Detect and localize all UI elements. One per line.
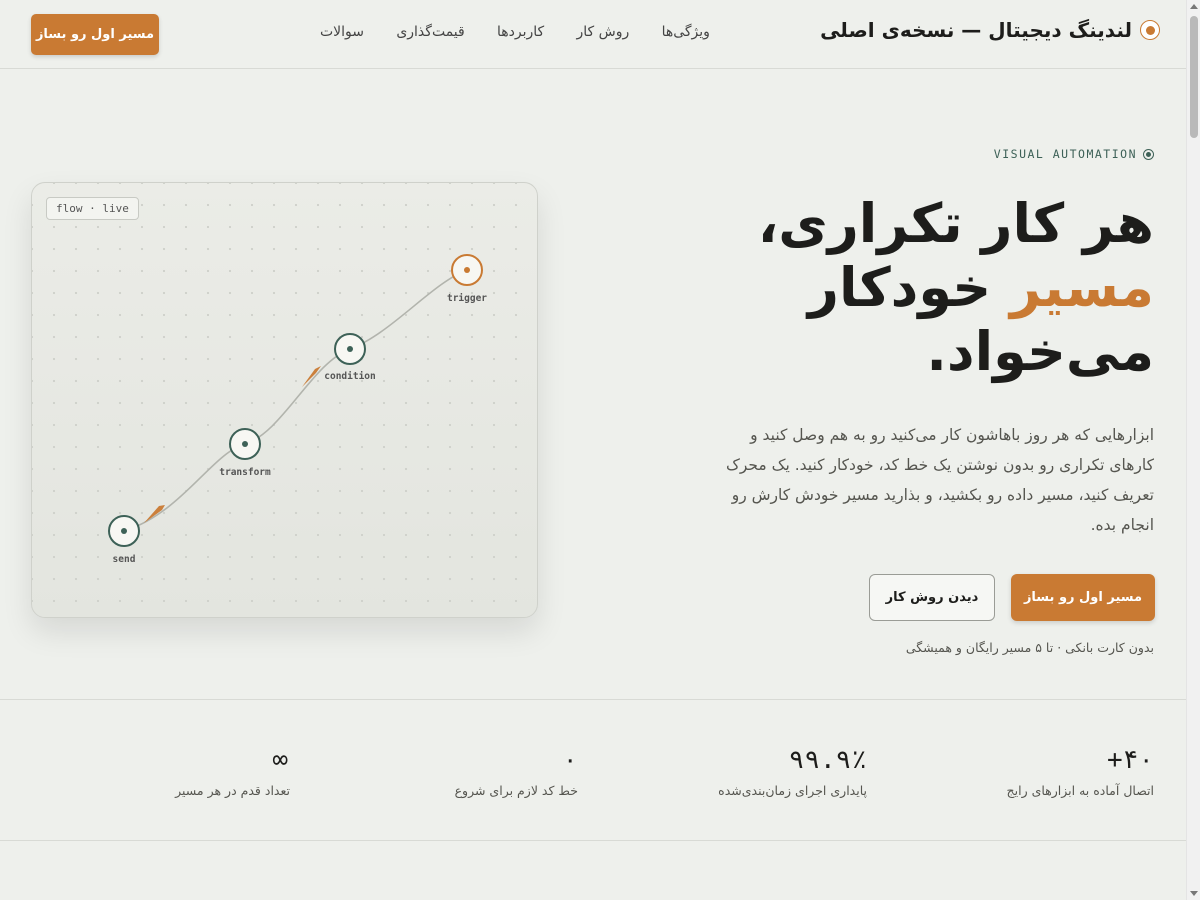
nav-item-pricing[interactable]: قیمت‌گذاری [396,24,464,40]
stat-label: اتصال آماده به ابزارهای رایج [1006,783,1154,798]
flow-connector-path [123,269,468,532]
headline-line-1: هر کار تکراری، [757,192,1154,255]
stat-steps: ∞ تعداد قدم در هر مسیر [175,745,290,798]
nav-item-faq[interactable]: سوالات [320,24,364,40]
node-transform-label: transform [219,467,271,478]
scroll-thumb[interactable] [1190,16,1198,138]
hero-note: بدون کارت بانکی · تا ۵ مسیر رایگان و همی… [905,640,1154,655]
node-trigger[interactable]: trigger [447,254,487,304]
stat-value: ۰ [562,745,578,775]
stat-label: خط کد لازم برای شروع [454,783,578,798]
headline-line-2: خودکار [807,256,1010,319]
stat-integrations: ۴۰+ اتصال آماده به ابزارهای رایج [1007,745,1154,798]
site-header: لندینگ دیجیتال — نسخه‌ی اصلی ویژگی‌ها رو… [0,0,1186,69]
headline-line-3: می‌خواد. [926,320,1154,383]
brand-logo-icon [1140,20,1160,40]
header-cta-button[interactable]: مسیر اول رو بساز [31,14,159,55]
nav-item-how-it-works[interactable]: روش کار [577,24,630,40]
nav-item-use-cases[interactable]: کاربردها [497,24,544,40]
stats-divider-top [0,699,1186,700]
flow-diagram: trigger condition transform send [108,254,487,565]
node-trigger-label: trigger [447,293,487,304]
flow-preview-card: flow · live trigger condition transform … [31,182,538,618]
headline-accent-word: مسیر [1009,256,1154,319]
brand-title: لندینگ دیجیتال — نسخه‌ی اصلی [820,18,1132,42]
scroll-down-icon[interactable] [1190,891,1198,896]
hero-primary-button[interactable]: مسیر اول رو بساز [1011,574,1155,621]
scroll-up-icon[interactable] [1190,4,1198,9]
stat-label: تعداد قدم در هر مسیر [175,783,290,798]
eyebrow-dot-icon [1143,148,1154,160]
stat-code-lines: ۰ خط کد لازم برای شروع [455,745,578,798]
node-send-label: send [113,554,136,565]
stat-label: پایداری اجرای زمان‌بندی‌شده [718,783,867,798]
hero-lead: ابزارهایی که هر روز باهاشون کار می‌کنید … [725,426,1154,534]
stat-value: ۴۰+ [1107,745,1154,775]
hero-eyebrow: VISUAL AUTOMATION [994,147,1154,161]
node-condition[interactable]: condition [324,333,376,382]
hero-headline: هر کار تکراری، مسیر خودکار می‌خواد. [694,192,1154,384]
stat-uptime: ۹۹.۹٪ پایداری اجرای زمان‌بندی‌شده [718,745,867,798]
stat-value: ۹۹.۹٪ [788,745,867,775]
stat-value: ∞ [272,745,290,775]
nav-item-features[interactable]: ویژگی‌ها [662,24,710,40]
brand[interactable]: لندینگ دیجیتال — نسخه‌ی اصلی [820,18,1160,42]
node-condition-label: condition [324,371,375,382]
page-scrollbar[interactable] [1186,0,1200,900]
flow-packet-lower [144,505,165,523]
node-send[interactable]: send [108,515,140,565]
stats-divider-bottom [0,840,1186,841]
main-nav: ویژگی‌ها روش کار کاربردها قیمت‌گذاری سوا… [320,24,710,40]
hero-secondary-button[interactable]: دیدن روش کار [869,574,995,621]
flow-packet-upper [302,366,321,387]
eyebrow-text: VISUAL AUTOMATION [993,147,1137,161]
